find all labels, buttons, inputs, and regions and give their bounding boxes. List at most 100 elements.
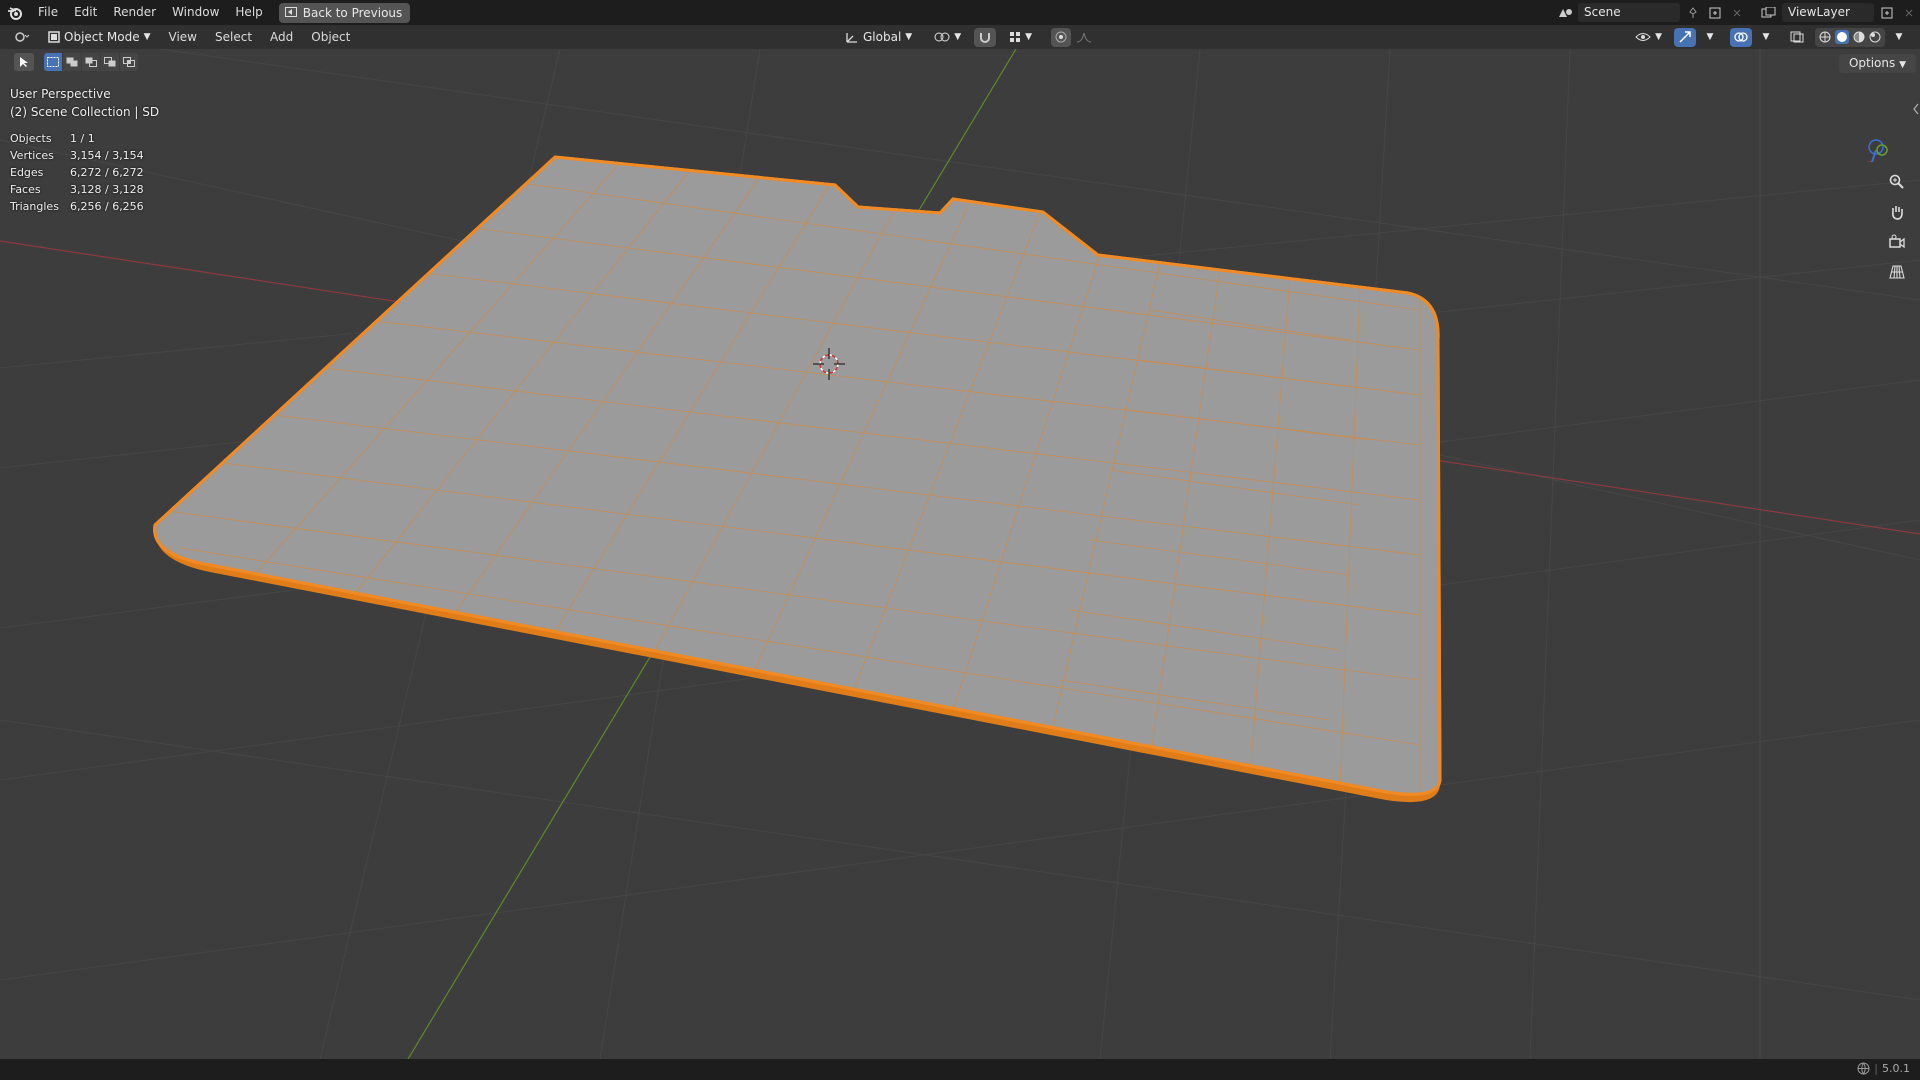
scene-selector-icon[interactable] (1554, 3, 1576, 22)
proportional-editing-icon (1055, 31, 1067, 43)
menu-view[interactable]: View (160, 30, 206, 44)
cursor-arrow-icon (20, 57, 28, 67)
menu-window[interactable]: Window (164, 0, 227, 25)
snap-grid-icon (1010, 32, 1021, 42)
select-invert-icon[interactable] (101, 53, 119, 71)
chevron-down-icon: ▼ (143, 32, 151, 42)
3d-viewport[interactable]: Options ▼ User Perspective (2) Scene Col… (0, 49, 1920, 1059)
snap-target-dropdown[interactable]: ▼ (1003, 27, 1038, 47)
version-separator: | (1874, 1062, 1878, 1075)
chevron-down-icon: ▼ (1895, 32, 1903, 42)
proportional-editing-toggle[interactable] (1051, 27, 1072, 47)
stat-value: 3,154 / 3,154 (70, 149, 144, 162)
select-subtract-icon[interactable] (82, 53, 100, 71)
stat-label: Edges (10, 166, 44, 179)
visibility-dropdown[interactable]: ▼ (1629, 27, 1668, 47)
overlays-dropdown[interactable]: ▼ (1755, 28, 1777, 47)
selection-mode-group (44, 53, 138, 71)
sidebar-expand-icon[interactable] (1912, 100, 1920, 119)
viewport-info: User Perspective (2) Scene Collection | … (10, 85, 159, 121)
menu-help[interactable]: Help (227, 0, 270, 25)
solid-shading-icon[interactable] (1835, 30, 1849, 44)
back-to-previous-button[interactable]: Back to Previous (278, 2, 411, 23)
scene-statistics: Objects 1 / 1 Vertices 3,154 / 3,154 Edges… (10, 130, 144, 215)
chevron-down-icon: ▼ (1762, 32, 1770, 42)
overlays-toggle[interactable] (1730, 27, 1752, 47)
camera-view-icon[interactable] (1884, 229, 1910, 255)
chevron-down-icon: ▼ (1706, 32, 1714, 42)
material-preview-shading-icon[interactable] (1853, 31, 1865, 43)
menu-edit[interactable]: Edit (66, 0, 105, 25)
back-to-previous-label: Back to Previous (302, 5, 403, 20)
menu-object[interactable]: Object (302, 30, 359, 44)
chevron-down-icon: ▼ (905, 32, 913, 42)
top-bar: File Edit Render Window Help Back to Pre… (0, 0, 1920, 25)
pan-hand-icon[interactable] (1884, 199, 1910, 225)
collection-label: (2) Scene Collection | SD (10, 105, 160, 119)
stat-row: Triangles 6,256 / 6,256 (10, 198, 144, 215)
mode-dropdown[interactable]: Object Mode ▼ (42, 27, 157, 47)
falloff-dropdown[interactable] (1075, 28, 1097, 47)
shading-modes (1815, 27, 1885, 47)
xray-icon (1790, 31, 1804, 43)
gizmo-dropdown[interactable]: ▼ (1699, 28, 1721, 47)
xray-toggle[interactable] (1786, 28, 1808, 47)
new-view-layer-icon[interactable] (1876, 3, 1898, 22)
delete-scene-icon[interactable] (1726, 3, 1748, 22)
magnet-icon (980, 33, 991, 43)
menu-file[interactable]: File (30, 0, 66, 25)
selected-mesh[interactable] (153, 155, 1442, 796)
menu-select[interactable]: Select (206, 30, 261, 44)
tool-settings-row: Options ▼ (0, 49, 1920, 73)
overlays-icon (1734, 32, 1748, 42)
stat-label: Faces (10, 183, 41, 196)
chevron-down-icon: ▼ (1899, 60, 1906, 70)
shading-dropdown[interactable]: ▼ (1888, 28, 1910, 47)
navigation-gizmo[interactable]: X (1820, 92, 1920, 162)
scene-name-field[interactable]: Scene (1578, 3, 1680, 22)
snap-toggle[interactable] (974, 27, 997, 47)
view-layer-field[interactable]: ViewLayer (1782, 3, 1874, 22)
perspective-toggle-icon[interactable] (1884, 259, 1910, 285)
pivot-point-dropdown[interactable]: ▼ (928, 27, 967, 47)
select-new-icon[interactable] (44, 53, 62, 71)
options-dropdown[interactable]: Options ▼ (1838, 54, 1916, 73)
version-label: 5.0.1 (1882, 1062, 1910, 1075)
stat-row: Objects 1 / 1 (10, 130, 144, 147)
chevron-down-icon: ▼ (1655, 32, 1662, 42)
scene-name-label: Scene (1584, 5, 1621, 19)
stat-value: 6,272 / 6,272 (70, 166, 144, 179)
stat-value: 3,128 / 3,128 (70, 183, 144, 196)
view-layer-label: ViewLayer (1788, 5, 1850, 19)
menu-render[interactable]: Render (105, 0, 164, 25)
status-bar: | 5.0.1 (0, 1059, 1920, 1080)
falloff-curve-icon (1076, 32, 1092, 43)
pivot-icon (934, 32, 950, 42)
orientation-icon (846, 33, 857, 43)
menu-add[interactable]: Add (261, 30, 302, 44)
select-intersect-icon[interactable] (120, 53, 138, 71)
gizmo-icon (1679, 31, 1691, 43)
network-globe-icon[interactable] (1857, 1062, 1870, 1075)
wireframe-shading-icon[interactable] (1819, 31, 1831, 43)
stat-row: Faces 3,128 / 3,128 (10, 181, 144, 198)
stat-label: Objects (10, 132, 52, 145)
pin-icon[interactable] (1682, 3, 1704, 22)
select-extend-icon[interactable] (63, 53, 81, 71)
zoom-icon[interactable] (1884, 169, 1910, 195)
blender-logo-icon[interactable] (0, 0, 30, 25)
select-tool-button[interactable] (14, 53, 34, 71)
chevron-down-icon: ▼ (954, 32, 962, 42)
rendered-shading-icon[interactable] (1869, 31, 1881, 43)
new-scene-icon[interactable] (1704, 3, 1726, 22)
stat-value: 6,256 / 6,256 (70, 200, 144, 213)
back-icon (284, 3, 297, 23)
delete-view-layer-icon[interactable] (1898, 3, 1920, 22)
transform-orientation-dropdown[interactable]: Global ▼ (839, 27, 918, 47)
gizmo-toggle[interactable] (1674, 27, 1696, 47)
editor-type-icon (15, 32, 30, 42)
perspective-label: User Perspective (10, 87, 111, 101)
stat-row: Edges 6,272 / 6,272 (10, 164, 144, 181)
view-layer-selector-icon[interactable] (1758, 3, 1780, 22)
editor-type-dropdown[interactable] (8, 27, 36, 47)
